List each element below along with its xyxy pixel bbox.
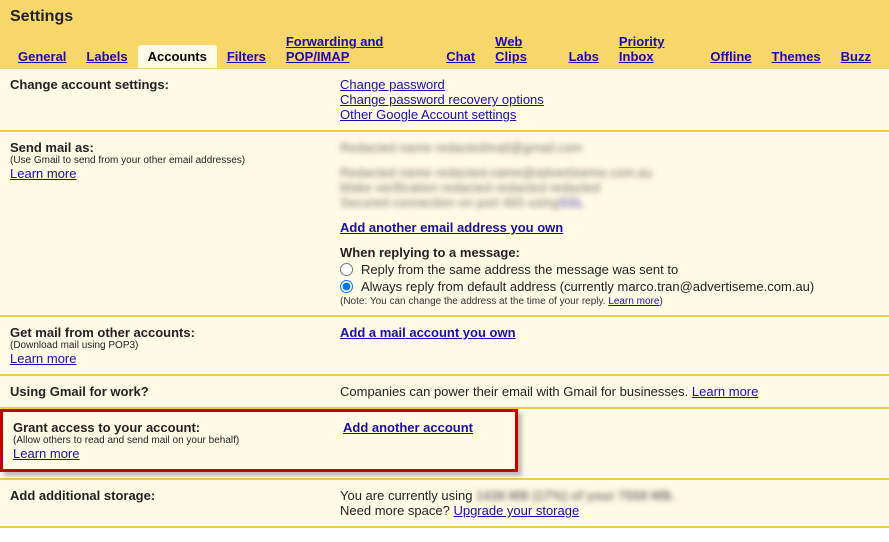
redacted-line-4-link: SSL — [559, 195, 584, 210]
redacted-email-1: Redacted name redactedmail@gmail.com — [340, 140, 582, 155]
reply-note-learn-more[interactable]: Learn more — [608, 296, 659, 307]
storage-usage-redacted: 1438 MB (17%) of your 7558 MB. — [476, 488, 675, 503]
radio-reply-same[interactable] — [340, 263, 353, 276]
tab-general[interactable]: General — [8, 45, 76, 68]
radio-reply-default-label: Always reply from default address (curre… — [361, 279, 814, 294]
redacted-line-4: Secured connection on port 465 using — [340, 195, 559, 210]
grant-access-learn-more[interactable]: Learn more — [13, 446, 79, 461]
redacted-email-2: Redacted name redacted.name@advertiseme.… — [340, 165, 652, 180]
tab-themes[interactable]: Themes — [762, 45, 831, 68]
tab-chat[interactable]: Chat — [436, 45, 485, 68]
storage-upgrade-line: Need more space? Upgrade your storage — [340, 503, 879, 518]
tab-labels[interactable]: Labels — [76, 45, 137, 68]
link-add-another-email[interactable]: Add another email address you own — [340, 220, 563, 235]
grant-access-label: Grant access to your account: — [13, 420, 343, 435]
redacted-line-3: Make verification redacted redacted reda… — [340, 180, 600, 195]
using-for-work-learn-more[interactable]: Learn more — [692, 384, 758, 399]
storage-usage-line: You are currently using 1438 MB (17%) of… — [340, 488, 879, 503]
settings-header: Settings General Labels Accounts Filters… — [0, 0, 889, 68]
tabs-row: General Labels Accounts Filters Forwardi… — [8, 30, 881, 68]
send-mail-as-label: Send mail as: — [10, 140, 340, 155]
grant-access-highlight: Grant access to your account: (Allow oth… — [0, 409, 518, 472]
link-change-password[interactable]: Change password — [340, 77, 445, 92]
radio-reply-default[interactable] — [340, 280, 353, 293]
radio-reply-same-label: Reply from the same address the message … — [361, 262, 678, 277]
tab-offline[interactable]: Offline — [700, 45, 761, 68]
using-for-work-text: Companies can power their email with Gma… — [340, 384, 692, 399]
tab-filters[interactable]: Filters — [217, 45, 276, 68]
tab-labs[interactable]: Labs — [559, 45, 609, 68]
link-upgrade-storage[interactable]: Upgrade your storage — [453, 503, 579, 518]
section-get-mail: Get mail from other accounts: (Download … — [0, 317, 889, 376]
reply-note: (Note: You can change the address at the… — [340, 296, 879, 307]
section-change-account: Change account settings: Change password… — [0, 69, 889, 132]
tab-webclips[interactable]: Web Clips — [485, 30, 558, 68]
reply-header: When replying to a message: — [340, 245, 879, 260]
grant-access-sublabel: (Allow others to read and send mail on y… — [13, 435, 343, 446]
send-mail-as-sublabel: (Use Gmail to send from your other email… — [10, 155, 340, 166]
link-change-recovery[interactable]: Change password recovery options — [340, 92, 544, 107]
link-add-another-account[interactable]: Add another account — [343, 420, 473, 435]
send-mail-as-learn-more[interactable]: Learn more — [10, 166, 76, 181]
section-using-for-work: Using Gmail for work? Companies can powe… — [0, 376, 889, 409]
section-storage: Add additional storage: You are currentl… — [0, 480, 889, 528]
change-account-label: Change account settings: — [10, 77, 340, 92]
tab-buzz[interactable]: Buzz — [831, 45, 881, 68]
get-mail-learn-more[interactable]: Learn more — [10, 351, 76, 366]
link-add-mail-account[interactable]: Add a mail account you own — [340, 325, 516, 340]
section-send-mail-as: Send mail as: (Use Gmail to send from yo… — [0, 132, 889, 317]
tab-accounts[interactable]: Accounts — [138, 45, 217, 68]
page-title: Settings — [8, 6, 881, 30]
settings-content: Change account settings: Change password… — [0, 68, 889, 528]
tab-forwarding[interactable]: Forwarding and POP/IMAP — [276, 30, 436, 68]
tab-priority-inbox[interactable]: Priority Inbox — [609, 30, 700, 68]
get-mail-label: Get mail from other accounts: — [10, 325, 340, 340]
link-other-google-settings[interactable]: Other Google Account settings — [340, 107, 516, 122]
get-mail-sublabel: (Download mail using POP3) — [10, 340, 340, 351]
using-for-work-label: Using Gmail for work? — [10, 384, 340, 399]
section-grant-access: Grant access to your account: (Allow oth… — [0, 409, 889, 480]
storage-label: Add additional storage: — [10, 488, 340, 503]
